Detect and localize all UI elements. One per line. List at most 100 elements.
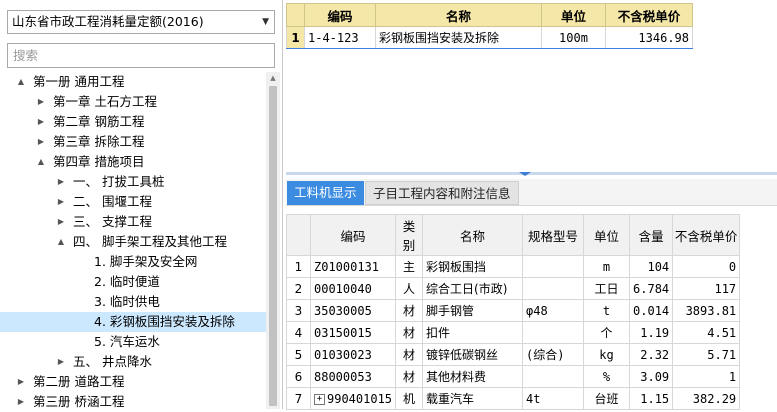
resource-spec[interactable]	[522, 255, 585, 278]
quota-name[interactable]: 彩钢板围挡安装及拆除	[375, 26, 542, 49]
resource-category[interactable]: 材	[395, 343, 424, 366]
header-price[interactable]: 不含税单价	[672, 214, 741, 256]
resource-quantity[interactable]: 0.014	[629, 299, 674, 322]
resource-quantity[interactable]: 1.15	[629, 387, 674, 410]
resource-category[interactable]: 主	[395, 255, 424, 278]
resource-code[interactable]: 01030023	[309, 343, 397, 366]
resource-name[interactable]: 镀锌低碳钢丝	[422, 343, 524, 366]
resource-category[interactable]: 材	[395, 321, 424, 344]
resource-code[interactable]: 00010040	[309, 277, 397, 300]
resource-quantity[interactable]: 3.09	[629, 365, 674, 388]
resource-spec[interactable]	[522, 277, 585, 300]
collapsed-icon[interactable]: ▶	[55, 352, 67, 372]
resource-unit[interactable]: t	[583, 299, 631, 322]
resource-spec[interactable]	[522, 321, 585, 344]
resource-quantity[interactable]: 1.19	[629, 321, 674, 344]
tab-work-content[interactable]: 子目工程内容和附注信息	[365, 181, 519, 205]
tree-node[interactable]: ▶ 第二章 钢筋工程	[0, 112, 266, 132]
quota-price[interactable]: 1346.98	[605, 26, 693, 49]
resource-spec[interactable]: (综合)	[522, 343, 585, 366]
header-name[interactable]: 名称	[375, 3, 542, 27]
tree-scrollbar[interactable]: ▲	[266, 72, 280, 409]
table-row[interactable]: 3 35030005 材脚手钢管 φ48 t 0.014 3893.81	[286, 299, 741, 322]
resource-price[interactable]: 5.71	[672, 343, 741, 366]
header-unit[interactable]: 单位	[583, 214, 631, 256]
resource-code[interactable]: 88000053	[309, 365, 397, 388]
tree-node[interactable]: 4. 彩钢板围挡安装及拆除	[0, 312, 266, 332]
table-row[interactable]: 2 00010040 人综合工日(市政) 工日 6.784 117	[286, 277, 741, 300]
tree-node[interactable]: ▶ 三、 支撑工程	[0, 212, 266, 232]
collapse-arrow-icon[interactable]	[519, 172, 531, 176]
header-quantity[interactable]: 含量	[629, 214, 674, 256]
resource-unit[interactable]: kg	[583, 343, 631, 366]
table-row[interactable]: 7 +990401015 机载重汽车 4t 台班 1.15 382.29	[286, 387, 741, 410]
collapsed-icon[interactable]: ▶	[15, 392, 27, 412]
quota-code[interactable]: 1-4-123	[304, 26, 376, 49]
resource-name[interactable]: 综合工日(市政)	[422, 277, 524, 300]
quota-row[interactable]: 1 1-4-123 彩钢板围挡安装及拆除 100m 1346.98	[286, 26, 693, 49]
resource-price[interactable]: 4.51	[672, 321, 741, 344]
resource-name[interactable]: 载重汽车	[422, 387, 524, 410]
tree-node[interactable]: ▲ 第四章 措施项目	[0, 152, 266, 172]
chevron-down-icon[interactable]: ▼	[262, 11, 269, 33]
collapsed-icon[interactable]: ▶	[55, 192, 67, 212]
collapsed-icon[interactable]: ▶	[35, 92, 47, 112]
resource-spec[interactable]: φ48	[522, 299, 585, 322]
tree-node[interactable]: ▶ 第二册 道路工程	[0, 372, 266, 392]
resource-category[interactable]: 机	[395, 387, 424, 410]
resource-category[interactable]: 材	[395, 299, 424, 322]
tree-node[interactable]: ▲ 第一册 通用工程	[0, 72, 266, 92]
resource-quantity[interactable]: 6.784	[629, 277, 674, 300]
resource-spec[interactable]: 4t	[522, 387, 585, 410]
header-price[interactable]: 不含税单价	[605, 3, 693, 27]
resource-unit[interactable]: 台班	[583, 387, 631, 410]
resource-unit[interactable]: 个	[583, 321, 631, 344]
resource-name[interactable]: 扣件	[422, 321, 524, 344]
header-spec[interactable]: 规格型号	[522, 214, 585, 256]
tree-node[interactable]: ▶ 一、 打拔工具桩	[0, 172, 266, 192]
panel-splitter[interactable]	[286, 172, 777, 176]
tree-node[interactable]: ▶ 第三章 拆除工程	[0, 132, 266, 152]
header-name[interactable]: 名称	[422, 214, 524, 256]
scrollbar-thumb[interactable]	[269, 86, 277, 406]
resource-name[interactable]: 彩钢板围挡	[422, 255, 524, 278]
tree-node[interactable]: ▶ 第一章 土石方工程	[0, 92, 266, 112]
header-code[interactable]: 编码	[304, 3, 376, 27]
resource-price[interactable]: 117	[672, 277, 741, 300]
tree-node[interactable]: 3. 临时供电	[0, 292, 266, 312]
tree-node[interactable]: ▲ 四、 脚手架工程及其他工程	[0, 232, 266, 252]
collapsed-icon[interactable]: ▶	[55, 172, 67, 192]
collapsed-icon[interactable]: ▶	[35, 112, 47, 132]
tree-node[interactable]: ▶ 第三册 桥涵工程	[0, 392, 266, 412]
collapsed-icon[interactable]: ▶	[35, 132, 47, 152]
resource-price[interactable]: 382.29	[672, 387, 741, 410]
table-row[interactable]: 4 03150015 材扣件 个 1.19 4.51	[286, 321, 741, 344]
scroll-up-icon[interactable]: ▲	[266, 74, 280, 82]
resource-price[interactable]: 1	[672, 365, 741, 388]
tree-node[interactable]: 2. 临时便道	[0, 272, 266, 292]
tree-node[interactable]: 1. 脚手架及安全网	[0, 252, 266, 272]
resource-unit[interactable]: 工日	[583, 277, 631, 300]
resource-price[interactable]: 3893.81	[672, 299, 741, 322]
resource-unit[interactable]: m	[583, 255, 631, 278]
tab-resources[interactable]: 工料机显示	[287, 181, 364, 205]
resource-quantity[interactable]: 104	[629, 255, 674, 278]
quota-unit[interactable]: 100m	[541, 26, 606, 49]
header-code[interactable]: 编码	[309, 214, 397, 256]
resource-code[interactable]: Z01000131	[309, 255, 397, 278]
resource-price[interactable]: 0	[672, 255, 741, 278]
expanded-icon[interactable]: ▲	[15, 72, 27, 92]
expanded-icon[interactable]: ▲	[55, 232, 67, 252]
tree-node[interactable]: 5. 汽车运水	[0, 332, 266, 352]
library-select[interactable]: 山东省市政工程消耗量定额(2016) ▼	[7, 10, 275, 34]
resource-category[interactable]: 材	[395, 365, 424, 388]
collapsed-icon[interactable]: ▶	[55, 212, 67, 232]
tree-node[interactable]: ▶ 五、 井点降水	[0, 352, 266, 372]
search-input[interactable]: 搜索	[7, 43, 275, 68]
resource-name[interactable]: 其他材料费	[422, 365, 524, 388]
resource-code[interactable]: 35030005	[309, 299, 397, 322]
header-category[interactable]: 类别	[395, 214, 424, 256]
table-row[interactable]: 6 88000053 材其他材料费% 3.09 1	[286, 365, 741, 388]
expanded-icon[interactable]: ▲	[35, 152, 47, 172]
header-unit[interactable]: 单位	[541, 3, 606, 27]
